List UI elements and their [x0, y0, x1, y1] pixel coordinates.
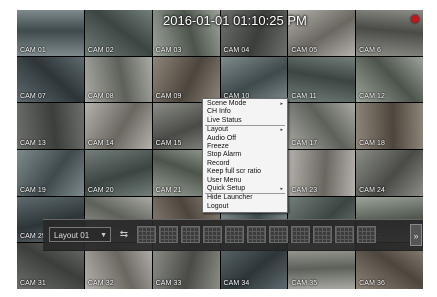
camera-label: CAM 24 — [359, 186, 386, 194]
camera-tile[interactable]: CAM 19 — [17, 150, 84, 196]
menu-item-label: Keep full scr ratio — [207, 168, 262, 176]
chevron-down-icon: ▼ — [100, 232, 107, 239]
camera-label: CAM 21 — [155, 186, 182, 194]
split-mode-button[interactable] — [313, 226, 332, 243]
camera-label: CAM 04 — [223, 46, 250, 54]
split-mode-button[interactable] — [269, 226, 288, 243]
layout-select[interactable]: Layout 01 ▼ — [49, 227, 111, 242]
camera-tile[interactable]: CAM 14 — [84, 103, 152, 149]
camera-label: CAM 34 — [223, 280, 250, 287]
split-mode-button[interactable] — [181, 226, 200, 243]
menu-item-label: Quick Setup — [207, 184, 246, 192]
camera-tile[interactable]: CAM 02 — [84, 10, 152, 56]
camera-label: CAM 05 — [291, 46, 318, 54]
camera-label: CAM 19 — [20, 186, 46, 194]
menu-item-label: CH Info — [207, 108, 231, 116]
menu-item-label: Record — [207, 159, 230, 167]
camera-label: CAM 31 — [20, 280, 46, 287]
camera-tile[interactable]: CAM 23 — [288, 150, 356, 196]
camera-label: CAM 17 — [291, 140, 318, 147]
camera-label: CAM 13 — [20, 140, 46, 147]
camera-label: CAM 23 — [291, 186, 318, 194]
camera-label: CAM 08 — [87, 93, 114, 101]
camera-label: CAM 36 — [359, 280, 386, 287]
menu-item[interactable]: Freeze — [203, 143, 287, 151]
camera-label: CAM 03 — [155, 46, 182, 54]
layout-select-value: Layout 01 — [54, 231, 90, 240]
menu-item[interactable]: Scene Mode ▸ — [203, 100, 287, 108]
camera-tile[interactable]: CAM 13 — [17, 103, 84, 149]
submenu-arrow-icon: ▸ — [280, 185, 283, 192]
camera-tile[interactable]: CAM 18 — [356, 103, 423, 149]
menu-item-label: User Menu — [207, 176, 242, 184]
sequence-icon[interactable]: ⇆ — [118, 227, 130, 242]
camera-tile[interactable]: CAM 11 — [288, 56, 356, 103]
split-mode-button[interactable] — [291, 226, 310, 243]
camera-label: CAM 33 — [155, 280, 182, 287]
split-mode-button[interactable] — [159, 226, 178, 243]
timestamp-overlay: 2016-01-01 01:10:25 PM — [163, 13, 307, 28]
menu-item-label: Freeze — [207, 142, 229, 150]
menu-item[interactable]: CH Info — [203, 108, 287, 116]
camera-tile[interactable]: CAM 24 — [356, 150, 423, 196]
submenu-arrow-icon: ▸ — [280, 127, 283, 134]
menu-item-label: Stop Alarm — [207, 151, 242, 159]
camera-label: CAM 15 — [155, 140, 182, 147]
menu-item-label: Audio Off — [207, 134, 237, 142]
split-mode-buttons — [137, 226, 376, 243]
live-view-screen[interactable]: CAM 01 CAM 02 CAM 03 CAM 04 CAM 05 CAM 6 CAM 0… — [17, 10, 423, 289]
camera-label: CAM 32 — [87, 280, 114, 287]
menu-item-label: Logout — [207, 202, 229, 210]
split-mode-button[interactable] — [335, 226, 354, 243]
camera-label: CAM 20 — [87, 186, 114, 194]
camera-label: CAM 25 — [20, 233, 46, 241]
camera-label: CAM 01 — [20, 46, 46, 54]
menu-item[interactable]: Keep full scr ratio — [203, 168, 287, 176]
camera-label: CAM 07 — [20, 93, 46, 101]
camera-label: CAM 14 — [87, 140, 114, 147]
menu-item-label: Hide Launcher — [207, 194, 253, 202]
camera-tile[interactable]: CAM 08 — [84, 56, 152, 103]
menu-item[interactable]: Live Status — [203, 117, 287, 125]
split-mode-button[interactable] — [137, 226, 156, 243]
camera-tile[interactable]: CAM 20 — [84, 150, 152, 196]
context-menu: Scene Mode ▸ CH Info Live Status Layout ▸ Audi… — [202, 98, 288, 214]
split-mode-button[interactable] — [247, 226, 266, 243]
camera-label: CAM 6 — [359, 46, 382, 54]
menu-item[interactable]: Audio Off — [203, 135, 287, 143]
split-mode-button[interactable] — [203, 226, 222, 243]
menu-item[interactable]: Quick Setup ▸ — [203, 185, 287, 193]
menu-item[interactable]: Stop Alarm — [203, 151, 287, 159]
menu-item-label: Scene Mode — [207, 100, 247, 107]
camera-label: CAM 18 — [359, 140, 386, 147]
camera-tile[interactable]: CAM 01 — [17, 10, 84, 56]
menu-item-label: Live Status — [207, 116, 242, 124]
submenu-arrow-icon: ▸ — [280, 101, 283, 107]
camera-label: CAM 35 — [291, 280, 318, 287]
camera-tile[interactable]: CAM 07 — [17, 56, 84, 103]
camera-tile[interactable]: CAM 10 — [220, 56, 288, 103]
camera-label: CAM 12 — [359, 93, 386, 101]
camera-label: CAM 02 — [87, 46, 114, 54]
record-indicator-icon — [411, 15, 419, 23]
launcher-expand-button[interactable]: » — [410, 224, 422, 246]
menu-item[interactable]: User Menu — [203, 177, 287, 185]
camera-tile[interactable]: CAM 12 — [356, 56, 423, 103]
menu-item[interactable]: Record — [203, 160, 287, 168]
menu-item[interactable]: Layout ▸ — [203, 126, 287, 134]
menu-item[interactable]: Logout — [203, 203, 287, 211]
menu-item-label: Layout — [207, 126, 229, 134]
camera-tile[interactable]: CAM 09 — [152, 56, 220, 103]
camera-label: CAM 11 — [291, 93, 317, 101]
camera-tile[interactable]: CAM 17 — [288, 103, 356, 149]
camera-label: CAM 09 — [155, 93, 182, 101]
launcher-bar: Layout 01 ▼ ⇆ » — [43, 219, 423, 251]
split-mode-button[interactable] — [225, 226, 244, 243]
menu-item[interactable]: Hide Launcher — [203, 194, 287, 202]
split-mode-button[interactable] — [357, 226, 376, 243]
